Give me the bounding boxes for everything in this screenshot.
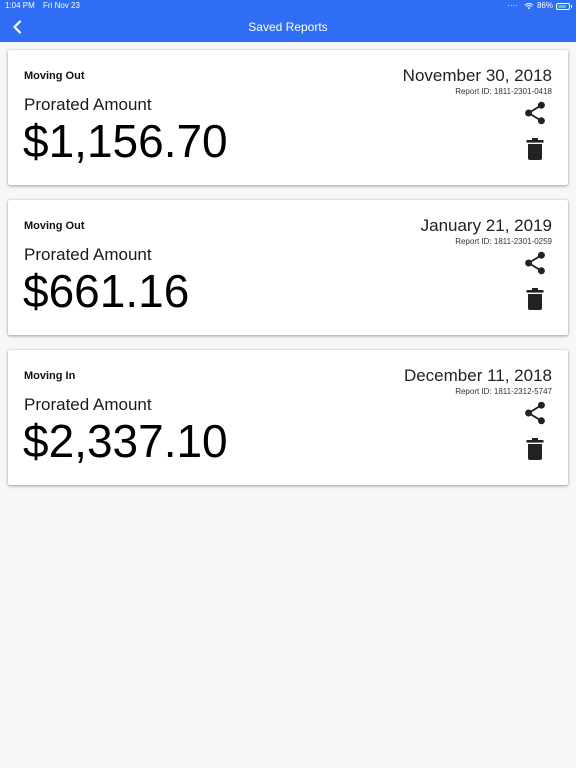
trash-icon[interactable] xyxy=(526,438,544,460)
battery-percentage: 86% xyxy=(536,1,553,10)
report-type: Moving Out xyxy=(24,70,85,82)
prorated-amount-label: Prorated Amount xyxy=(24,95,152,114)
multitasking-dots-icon: ···· xyxy=(507,1,518,10)
report-id: Report ID: 1811-2312-5747 xyxy=(455,387,552,396)
report-date: December 11, 2018 xyxy=(403,366,552,385)
report-id: Report ID: 1811-2301-0259 xyxy=(455,237,552,246)
navigation-bar: 1:04 PM Fri Nov 23 ···· 86% Saved Report… xyxy=(0,0,576,42)
battery-icon xyxy=(556,2,572,10)
report-card[interactable]: Moving Out November 30, 2018 Report ID: … xyxy=(8,50,568,185)
status-bar-right: ···· 86% xyxy=(507,1,572,11)
report-card[interactable]: Moving In December 11, 2018 Report ID: 1… xyxy=(8,350,568,485)
share-icon[interactable] xyxy=(524,401,546,425)
trash-icon[interactable] xyxy=(526,138,544,160)
wifi-icon xyxy=(524,3,534,10)
status-bar-left: 1:04 PM Fri Nov 23 xyxy=(5,1,80,11)
share-icon[interactable] xyxy=(524,251,546,275)
prorated-amount-value: $661.16 xyxy=(23,265,190,317)
prorated-amount-label: Prorated Amount xyxy=(24,395,152,414)
report-date: November 30, 2018 xyxy=(402,66,552,85)
report-type: Moving Out xyxy=(24,220,85,232)
prorated-amount-value: $2,337.10 xyxy=(23,415,228,467)
prorated-amount-value: $1,156.70 xyxy=(23,115,228,167)
report-id: Report ID: 1811-2301-0418 xyxy=(455,87,552,96)
report-type: Moving In xyxy=(24,370,76,382)
prorated-amount-label: Prorated Amount xyxy=(24,245,152,264)
report-card[interactable]: Moving Out January 21, 2019 Report ID: 1… xyxy=(8,200,568,335)
status-time: 1:04 PM xyxy=(5,1,35,10)
status-date: Fri Nov 23 xyxy=(43,1,80,10)
report-date: January 21, 2019 xyxy=(420,216,552,235)
share-icon[interactable] xyxy=(524,101,546,125)
page-title: Saved Reports xyxy=(248,20,328,34)
trash-icon[interactable] xyxy=(526,288,544,310)
